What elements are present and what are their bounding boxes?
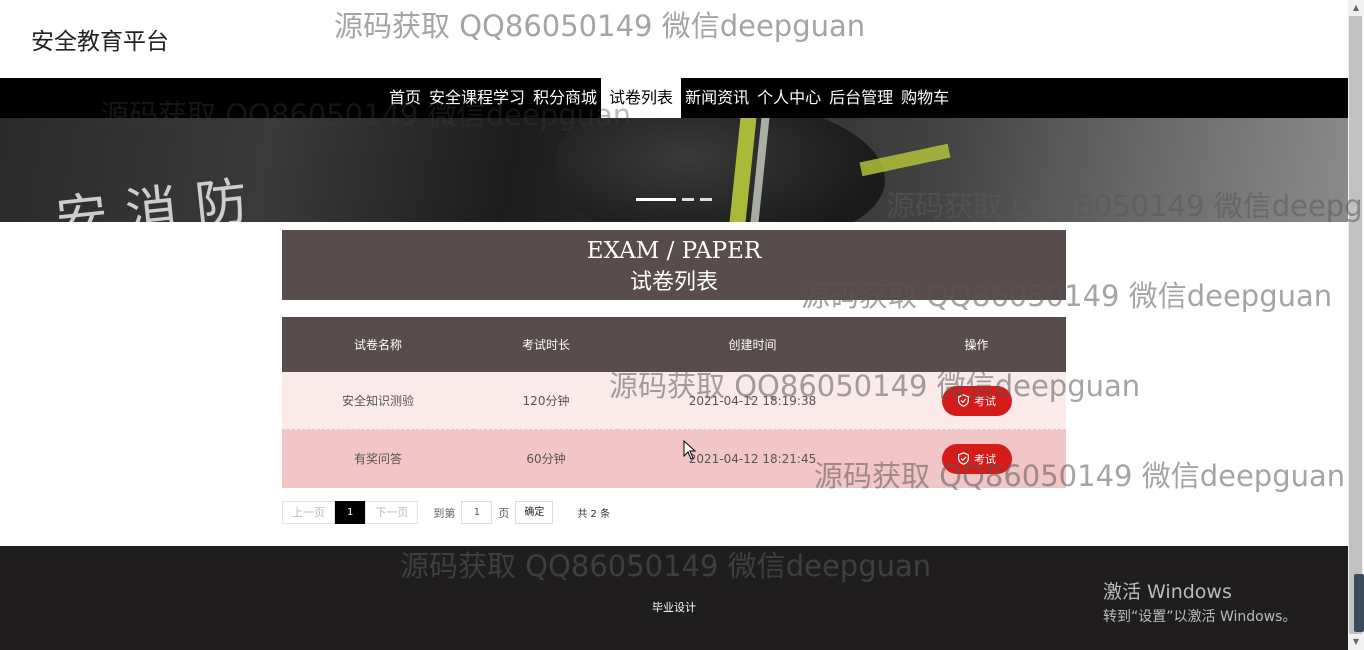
scroll-up-arrow-icon[interactable]: ▲ (1348, 0, 1364, 16)
column-header-action: 操作 (887, 317, 1066, 372)
shield-check-icon (958, 394, 969, 407)
banner-uniform-text: 安消防 (53, 170, 269, 222)
shield-check-icon (958, 452, 969, 465)
exam-name: 有奖问答 (282, 429, 474, 488)
nav-item-points-mall[interactable]: 积分商城 (529, 78, 601, 118)
site-title[interactable]: 安全教育平台 (31, 22, 169, 56)
nav-item-news[interactable]: 新闻资讯 (681, 78, 753, 118)
prev-page-button[interactable]: 上一页 (282, 501, 335, 524)
nav-item-exam-list[interactable]: 试卷列表 (601, 78, 682, 118)
main-nav: 首页 安全课程学习 积分商城 试卷列表 新闻资讯 个人中心 后台管理 购物车 (0, 78, 1348, 118)
action-cell: 考试 (887, 372, 1066, 430)
section-title-en: EXAM / PAPER (586, 238, 762, 264)
exam-created-time: 2021-04-12 18:19:38 (618, 372, 887, 430)
nav-item-home[interactable]: 首页 (385, 78, 425, 118)
nav-item-admin[interactable]: 后台管理 (825, 78, 897, 118)
confirm-goto-button[interactable]: 确定 (515, 501, 554, 524)
section-title-cn: 试卷列表 (629, 270, 718, 295)
table-row: 有奖问答 60分钟 2021-04-12 18:21:45 考试 (282, 429, 1066, 488)
goto-label: 到第 (433, 506, 456, 520)
next-page-button[interactable]: 下一页 (365, 501, 419, 524)
take-exam-button[interactable]: 考试 (941, 443, 1012, 474)
goto-page-input[interactable]: 1 (461, 501, 493, 524)
carousel-dot[interactable] (700, 198, 712, 201)
exam-name: 安全知识测验 (282, 372, 474, 430)
scrollbar-thumb[interactable] (1349, 16, 1362, 634)
exam-table: 试卷名称 考试时长 创建时间 操作 安全知识测验 120分钟 2021-04-1… (282, 317, 1066, 488)
banner-carousel[interactable]: 安消防 (0, 118, 1348, 222)
take-exam-button[interactable]: 考试 (941, 385, 1012, 416)
page-scrollbar[interactable]: ▲ ▼ (1348, 0, 1364, 650)
carousel-dot[interactable] (682, 198, 694, 201)
carousel-indicators (636, 198, 712, 201)
activation-subtitle: 转到“设置”以激活 Windows。 (1103, 609, 1297, 625)
section-title-panel: EXAM / PAPER 试卷列表 (282, 230, 1066, 300)
column-header-name: 试卷名称 (282, 317, 474, 372)
exam-created-time: 2021-04-12 18:21:45 (618, 429, 887, 488)
tray-widget (1354, 574, 1364, 632)
exam-duration: 60分钟 (474, 429, 618, 488)
scroll-down-arrow-icon[interactable]: ▼ (1348, 634, 1364, 650)
pagination: 上一页 1 下一页 到第 1 页 确定 共 2 条 (282, 501, 610, 524)
banner-reflective-stripe (859, 143, 951, 177)
take-exam-label: 考试 (974, 394, 996, 408)
nav-item-profile[interactable]: 个人中心 (753, 78, 825, 118)
column-header-created: 创建时间 (618, 317, 887, 372)
windows-activation-notice: 激活 Windows 转到“设置”以激活 Windows。 (1103, 577, 1296, 626)
column-header-duration: 考试时长 (474, 317, 618, 372)
header: 安全教育平台 (0, 0, 1348, 78)
table-row: 安全知识测验 120分钟 2021-04-12 18:19:38 考试 (282, 372, 1066, 430)
nav-item-cart[interactable]: 购物车 (897, 78, 953, 118)
table-header-row: 试卷名称 考试时长 创建时间 操作 (282, 317, 1066, 372)
page-suffix: 页 (498, 506, 510, 520)
take-exam-label: 考试 (974, 452, 996, 466)
carousel-dot[interactable] (636, 198, 676, 201)
nav-item-courses[interactable]: 安全课程学习 (425, 78, 529, 118)
activation-title: 激活 Windows (1103, 581, 1232, 603)
mouse-cursor-icon (683, 440, 697, 460)
banner-image-glove (555, 118, 885, 222)
total-count: 共 2 条 (577, 509, 611, 520)
current-page-button[interactable]: 1 (335, 501, 366, 524)
action-cell: 考试 (887, 429, 1066, 488)
exam-duration: 120分钟 (474, 372, 618, 430)
